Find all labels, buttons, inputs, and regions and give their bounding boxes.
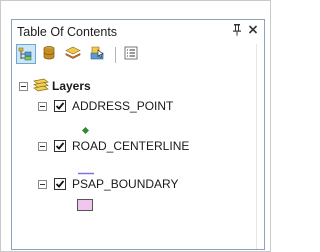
layer-collapse-toggle[interactable] <box>38 102 47 111</box>
options-button[interactable] <box>122 44 142 64</box>
layer-name[interactable]: PSAP_BOUNDARY <box>72 177 178 191</box>
layer-name[interactable]: ROAD_CENTERLINE <box>72 139 189 153</box>
panel-title: Table Of Contents <box>17 25 118 39</box>
polygon-symbol-icon <box>77 198 93 216</box>
layer-visibility-checkbox[interactable] <box>54 100 66 112</box>
point-symbol-icon <box>82 121 89 139</box>
toolbar-separator <box>115 47 116 63</box>
close-icon[interactable] <box>248 22 258 39</box>
layer-collapse-toggle[interactable] <box>38 142 47 151</box>
layer-tree: Layers ADDRESS_POINT ROAD_CENTERLINE PSA… <box>12 72 264 249</box>
layer-collapse-toggle[interactable] <box>38 180 47 189</box>
toc-toolbar <box>16 44 264 66</box>
layer-visibility-checkbox[interactable] <box>54 178 66 190</box>
pin-icon[interactable] <box>232 24 242 39</box>
layers-root-label[interactable]: Layers <box>52 79 91 93</box>
panel-title-bar[interactable]: Table Of Contents <box>12 20 264 43</box>
layers-group-icon <box>33 77 49 98</box>
window-frame: Table Of Contents Layers ADDRESS_POINT R… <box>0 0 271 252</box>
vertical-scrollbar[interactable] <box>256 44 264 249</box>
layer-visibility-checkbox[interactable] <box>54 140 66 152</box>
table-of-contents-panel: Table Of Contents Layers ADDRESS_POINT R… <box>11 19 265 250</box>
list-by-drawing-order-button[interactable] <box>16 44 36 64</box>
list-by-source-button[interactable] <box>40 44 60 64</box>
layers-collapse-toggle[interactable] <box>19 82 28 91</box>
layer-name[interactable]: ADDRESS_POINT <box>72 99 173 113</box>
list-by-selection-button[interactable] <box>88 44 108 64</box>
list-by-visibility-button[interactable] <box>64 44 84 64</box>
